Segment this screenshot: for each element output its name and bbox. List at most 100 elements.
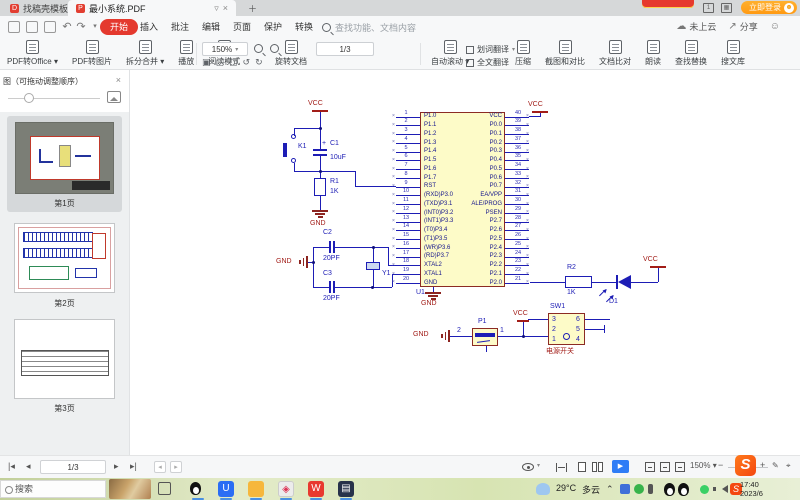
new-tab-button[interactable]: ＋ [240,0,265,16]
fit-width-icon-status[interactable] [660,462,670,472]
qq-icon[interactable] [190,482,201,495]
continuous-read-icon[interactable] [556,463,567,472]
undo-icon[interactable]: ↶ [61,21,73,33]
login-button[interactable]: 立即登录 ☻ [741,1,797,14]
mic-icon[interactable]: ⌖ [786,461,791,471]
share-button[interactable]: ↗ 分享 [728,20,757,33]
clock[interactable]: 17:40 2023/6 [740,480,798,498]
pen-tool-icon[interactable]: ✎ [772,461,779,470]
redo-icon[interactable]: ↷ [75,21,87,33]
page-thumbnail-2[interactable]: 第2页 [7,220,122,312]
widgets-button[interactable] [109,479,151,499]
toolbar-btn2-4[interactable]: 查找替换 [668,40,714,67]
task-view-icon[interactable] [158,482,171,495]
tab-pdf-doc[interactable]: P 最小系统.PDF ▿ × [68,0,236,16]
autoscroll-icon [443,40,457,54]
tab-template-doc[interactable]: D 找稿壳模板 [2,0,76,16]
slider-handle[interactable] [24,93,34,103]
cloud-sync-button[interactable]: ☁ 未上云 [676,20,716,33]
fit-page-icon-status[interactable] [645,462,655,472]
tray-mic-icon[interactable] [648,484,653,494]
apps-grid-icon[interactable]: ▦ [721,3,732,13]
wire [313,247,329,248]
app-icon[interactable]: ◈ [278,481,294,497]
tab-close-icon[interactable]: × [223,3,228,13]
wire [294,128,320,129]
menu-edit[interactable]: 编辑 [196,19,226,35]
menu-comment[interactable]: 批注 [165,19,195,35]
tray-qq-icon[interactable] [678,483,689,496]
toolbar-btn2-1[interactable]: 截图和对比 [538,40,592,67]
toolbar-btn-2[interactable]: 拆分合并 ▾ [119,40,171,67]
toolbar-full-translate[interactable]: 全文翻译 [466,57,509,68]
sogou-input-icon[interactable]: S [735,455,756,476]
search-input[interactable]: 查找功能、文档内容 [322,21,416,34]
wps-icon[interactable]: W [308,481,324,497]
weather-temp[interactable]: 29°C [556,483,576,493]
toolbar-btn2-2[interactable]: 文档比对 [592,40,638,67]
next-page-button-status[interactable]: ▸ [114,461,119,472]
toolbar-btn2-3[interactable]: 朗读 [638,40,668,67]
zoom-percent[interactable]: 150% ▾ [690,461,717,470]
fit-width-icon[interactable]: ▢ [216,57,225,68]
zoom-select[interactable]: 150% ▾ [202,42,248,56]
feedback-icon[interactable]: ☺ [770,21,780,32]
eye-caret-icon[interactable]: ▾ [537,462,540,469]
menu-protect[interactable]: 保护 [258,19,288,35]
tray-qq-icon[interactable] [664,483,675,496]
toolbar-btn2-5[interactable]: 搜文库 [714,40,752,67]
menu-page[interactable]: 页面 [227,19,257,35]
toolbar-btn2-0[interactable]: 压缩 [508,40,538,67]
weather-desc[interactable]: 多云 [582,483,600,496]
zoom-out-button[interactable]: − [718,460,723,470]
pdf-page-canvas[interactable]: VCC VCC VCC VCC GND GND GND GND K1 + C1 … [130,70,800,455]
zoom-in-button[interactable]: + [760,460,765,470]
first-page-button[interactable]: |◂ [8,461,15,472]
status-page-box[interactable]: 1/3 [40,460,106,474]
toolbar-btn-1[interactable]: PDF转图片 [65,40,119,67]
toolbar-rotate-doc[interactable]: 旋转文档 [268,40,314,67]
dict-icon[interactable]: ▤ [338,481,354,497]
fit-height-icon[interactable]: ▢ [229,57,238,68]
panel-close-icon[interactable]: × [116,75,121,85]
rotate-right-icon[interactable]: ↻ [255,57,263,68]
toolbar-btn-0[interactable]: PDF转Office ▾ [0,40,65,67]
view-back-button[interactable]: ◂ [154,461,166,473]
double-page-icon-status[interactable] [592,462,597,472]
save-icon[interactable] [26,21,38,33]
folder-icon[interactable] [248,481,264,497]
menu-home[interactable]: 开始 [100,19,139,35]
open-file-icon[interactable] [8,21,20,33]
taskbar-search-box[interactable]: 搜索 [0,480,106,498]
tab-pin-icon[interactable]: ▿ [214,3,219,14]
fit-page-icon[interactable]: ▣ [202,57,211,68]
menu-convert[interactable]: 转换 [289,19,319,35]
tray-app-icon[interactable] [620,484,630,494]
ic-pin-label: P2.0 [489,279,502,286]
eye-protect-icon[interactable] [522,463,534,471]
tray-app-icon[interactable] [634,484,644,494]
fit-height-icon-status[interactable] [675,462,685,472]
print-icon[interactable] [44,21,56,33]
weather-icon[interactable] [536,483,550,495]
zoom-in-icon[interactable] [254,44,263,53]
speaker-icon[interactable] [713,485,728,493]
last-page-button[interactable]: ▸| [130,461,137,472]
promo-badge[interactable] [642,0,694,8]
single-page-icon-status[interactable] [578,462,586,472]
menu-insert[interactable]: 插入 [134,19,164,35]
tray-expand-icon[interactable]: ⌃ [606,484,614,495]
page-thumbnail-3[interactable]: 第3页 [7,316,122,416]
rotate-left-icon[interactable]: ↺ [243,57,251,68]
play-button[interactable]: ▶ [612,460,629,473]
double-page-icon-status[interactable] [598,462,603,472]
image-view-icon[interactable] [107,91,121,103]
browser-icon[interactable]: U [218,481,234,497]
page-number-box[interactable]: 1/3 [316,42,374,56]
page-thumbnail-1[interactable]: 第1页 [7,116,122,212]
tray-green-icon[interactable] [700,485,709,494]
prev-page-button-status[interactable]: ◂ [26,461,31,472]
thumbnail-zoom-slider[interactable] [8,98,100,99]
split-window-icon[interactable]: 1 [703,3,714,13]
view-forward-button[interactable]: ▸ [170,461,182,473]
